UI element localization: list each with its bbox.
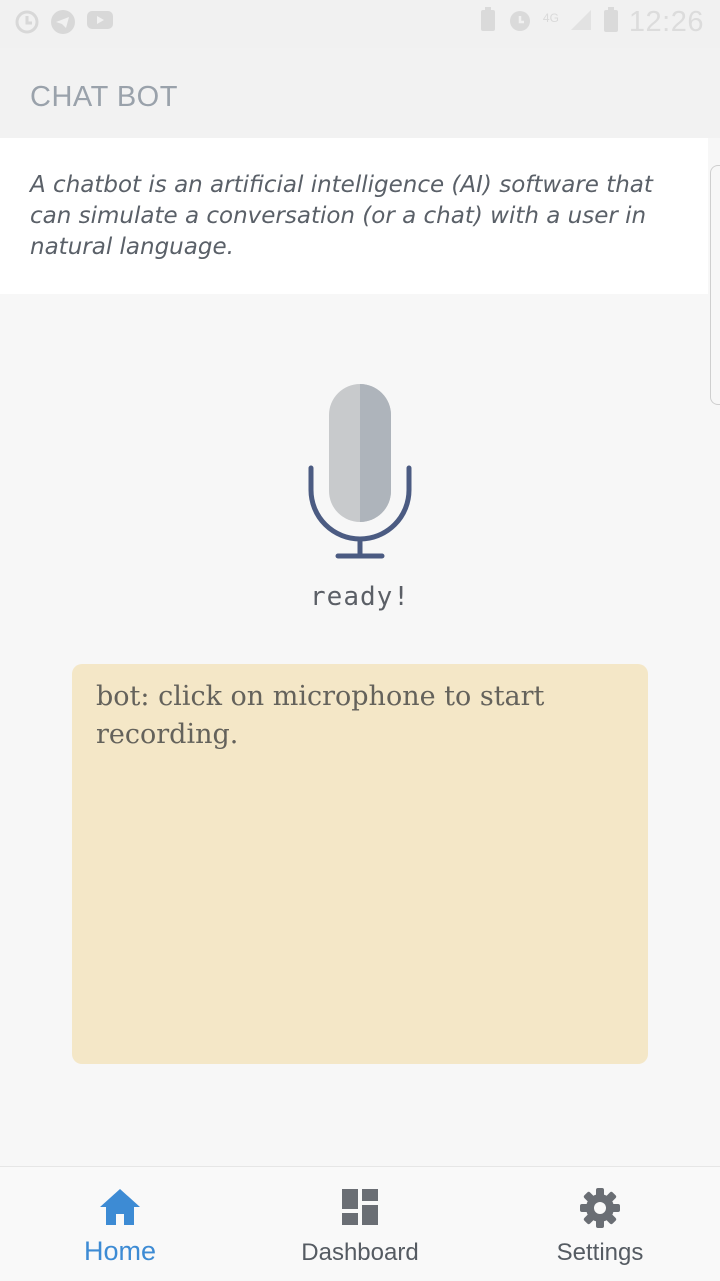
bottom-navigation: Home Dashboard Settings: [0, 1166, 720, 1280]
nav-label-home: Home: [83, 1236, 157, 1266]
description-text: A chatbot is an artificial intelligence …: [30, 172, 653, 260]
nav-item-settings[interactable]: Settings: [480, 1167, 720, 1281]
page-title: CHAT BOT: [30, 81, 178, 113]
side-panel-handle[interactable]: [710, 165, 720, 405]
microphone-icon: [308, 384, 412, 559]
nav-label-settings: Settings: [556, 1239, 644, 1266]
network-type-label: 4G: [542, 10, 559, 25]
bot-message: bot: click on microphone to start record…: [96, 681, 545, 750]
status-icons-right: 4G 12:26: [479, 6, 704, 39]
alarm-clock-icon: [14, 9, 40, 40]
nav-label-dashboard: Dashboard: [301, 1239, 419, 1266]
nav-item-home[interactable]: Home: [0, 1167, 240, 1281]
app-bar: CHAT BOT: [0, 48, 720, 138]
chat-log: bot: click on microphone to start record…: [72, 664, 648, 1064]
telegram-icon: [50, 9, 76, 40]
battery-saver-icon: [479, 7, 497, 38]
status-bar: 4G 12:26: [0, 0, 720, 48]
gear-icon: [579, 1187, 621, 1234]
microphone-button[interactable]: [300, 380, 420, 565]
recording-status: ready!: [310, 582, 410, 612]
alarm-icon: [507, 7, 533, 38]
nav-item-dashboard[interactable]: Dashboard: [240, 1167, 480, 1281]
youtube-icon: [86, 9, 114, 40]
signal-icon: [569, 8, 593, 37]
status-icons-left: [14, 9, 114, 40]
clock-time: 12:26: [628, 6, 704, 38]
dashboard-icon: [340, 1187, 380, 1232]
description-card: A chatbot is an artificial intelligence …: [0, 138, 708, 294]
home-icon: [98, 1187, 142, 1232]
battery-icon: [603, 7, 619, 38]
